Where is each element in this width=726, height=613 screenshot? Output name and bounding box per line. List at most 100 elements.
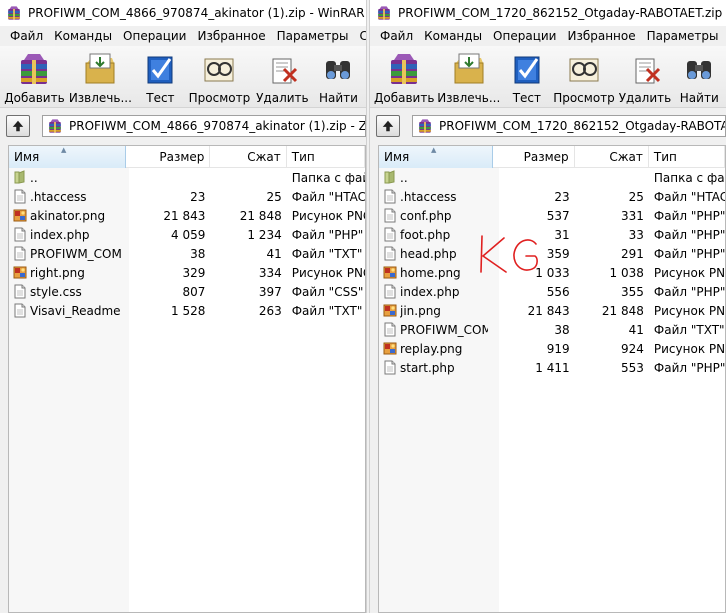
file-list[interactable]: ▲ Имя Размер Сжат Тип .. Папка с файлами.…	[378, 145, 726, 613]
file-type: Файл "PHP"	[653, 227, 726, 242]
file-row[interactable]: .. Папка с файлами	[379, 168, 725, 187]
menu-commands[interactable]: Команды	[48, 29, 117, 43]
file-name: index.php	[400, 284, 460, 299]
image-file-icon	[13, 208, 27, 223]
file-type: Рисунок PNG	[291, 265, 365, 280]
file-row[interactable]: PROFIWM_COM... 38 41 Файл "TXT"	[9, 244, 365, 263]
file-name-cell: .htaccess	[379, 189, 493, 204]
file-row[interactable]: replay.png 919 924 Рисунок PNG	[379, 339, 725, 358]
view-button-label: Просмотр	[188, 91, 251, 105]
file-row[interactable]: right.png 329 334 Рисунок PNG	[9, 263, 365, 282]
file-name: Visavi_Readme.txt	[30, 303, 121, 318]
file-row[interactable]: jin.png 21 843 21 848 Рисунок PNG	[379, 301, 725, 320]
winrar-app-icon	[376, 5, 392, 21]
view-button[interactable]: Просмотр	[187, 46, 252, 107]
menu-options[interactable]: Параметры	[271, 29, 354, 43]
file-rows: .. Папка с файлами .htaccess 23 25 Файл "HTAC…	[379, 168, 725, 377]
column-header-size[interactable]: Размер	[493, 146, 575, 168]
file-row[interactable]: index.php 556 355 Файл "PHP"	[379, 282, 725, 301]
path-field[interactable]: PROFIWM_COM_1720_862152_Otgaday-RABOTAET…	[412, 115, 726, 137]
file-type: Рисунок PNG	[653, 341, 726, 356]
file-row[interactable]: conf.php 537 331 Файл "PHP"	[379, 206, 725, 225]
file-name-cell: replay.png	[379, 341, 493, 356]
file-packed-size: 334	[258, 265, 282, 280]
image-file-icon	[383, 265, 397, 280]
up-folder-button[interactable]	[376, 115, 400, 137]
test-button-label: Тест	[512, 91, 541, 105]
menu-bar: Файл Команды Операции Избранное Параметр…	[370, 26, 726, 46]
file-size: 38	[190, 246, 206, 261]
view-button[interactable]: Просмотр	[553, 46, 616, 107]
file-name-cell: jin.png	[379, 303, 493, 318]
file-name: akinator.png	[30, 208, 106, 223]
winrar-window-right: PROFIWM_COM_1720_862152_Otgaday-RABOTAET…	[370, 0, 726, 613]
add-button-label: Добавить	[374, 91, 435, 105]
column-header-size[interactable]: Размер	[126, 146, 211, 168]
column-header-packed[interactable]: Сжат	[575, 146, 649, 168]
file-packed-size: 553	[620, 360, 644, 375]
file-list[interactable]: ▲ Имя Размер Сжат Тип .. Папка с файлами.…	[8, 145, 366, 613]
file-row[interactable]: head.php 359 291 Файл "PHP"	[379, 244, 725, 263]
file-row[interactable]: Visavi_Readme.txt 1 528 263 Файл "TXT"	[9, 301, 365, 320]
file-row[interactable]: home.png1 0331 038Рисунок PNG	[379, 263, 725, 282]
menu-options[interactable]: Параметры	[641, 29, 724, 43]
image-file-icon	[383, 303, 397, 318]
find-button[interactable]: Найти	[313, 46, 364, 107]
add-button[interactable]: Добавить	[4, 46, 65, 107]
file-row[interactable]: index.php 4 059 1 234 Файл "PHP"	[9, 225, 365, 244]
arrow-up-icon	[381, 119, 395, 133]
column-header-name[interactable]: ▲ Имя	[379, 146, 493, 168]
delete-button[interactable]: Удалить	[617, 46, 672, 107]
add-archive-icon	[386, 51, 422, 87]
file-row[interactable]: foot.php 31 33 Файл "PHP"	[379, 225, 725, 244]
file-row[interactable]: .htaccess 23 25 Файл "HTACCESS"	[9, 187, 365, 206]
column-header-name[interactable]: ▲ Имя	[9, 146, 127, 168]
extract-button[interactable]: Извлечь...	[436, 46, 501, 107]
winrar-window-left: PROFIWM_COM_4866_970874_akinator (1).zip…	[0, 0, 366, 613]
menu-operations[interactable]: Операции	[117, 29, 191, 43]
file-row[interactable]: start.php 1 411 553 Файл "PHP"	[379, 358, 725, 377]
column-header-packed[interactable]: Сжат	[210, 146, 287, 168]
binoculars-icon	[681, 51, 717, 87]
add-button[interactable]: Добавить	[374, 46, 434, 107]
file-type: Файл "TXT"	[653, 322, 725, 337]
file-row[interactable]: PROFIWM_COM... 38 41 Файл "TXT"	[379, 320, 725, 339]
path-field[interactable]: PROFIWM_COM_4866_970874_akinator (1).zip…	[42, 115, 366, 137]
up-folder-button[interactable]	[6, 115, 30, 137]
menu-commands[interactable]: Команды	[418, 29, 487, 43]
toolbar: Добавить Извлечь... Тест Просмотр Удалит…	[0, 46, 366, 108]
file-size: 537	[546, 208, 570, 223]
file-size: 4 059	[171, 227, 206, 242]
menu-file[interactable]: Файл	[4, 29, 48, 43]
file-row[interactable]: style.css 807 397 Файл "CSS"	[9, 282, 365, 301]
file-type: Файл "TXT"	[291, 303, 363, 318]
menu-favorites[interactable]: Избранное	[191, 29, 270, 43]
file-row[interactable]: akinator.png 21 843 21 848 Рисунок PNG	[9, 206, 365, 225]
column-header-name-label: Имя	[14, 150, 40, 164]
file-packed-size: 263	[258, 303, 282, 318]
menu-favorites[interactable]: Избранное	[561, 29, 640, 43]
column-header-type[interactable]: Тип	[287, 146, 365, 168]
archive-icon	[417, 118, 433, 134]
menu-help[interactable]: Справка	[354, 29, 367, 43]
find-button-label: Найти	[679, 91, 719, 105]
file-type: Файл "HTACCESS"	[653, 189, 726, 204]
file-row[interactable]: .htaccess 23 25 Файл "HTACCESS"	[379, 187, 725, 206]
menu-operations[interactable]: Операции	[487, 29, 561, 43]
test-button[interactable]: Тест	[136, 46, 185, 107]
test-button[interactable]: Тест	[503, 46, 551, 107]
file-row[interactable]: .. Папка с файлами	[9, 168, 365, 187]
file-name-cell: right.png	[9, 265, 126, 280]
column-header-type[interactable]: Тип	[649, 146, 725, 168]
find-button[interactable]: Найти	[675, 46, 724, 107]
title-bar[interactable]: PROFIWM_COM_1720_862152_Otgaday-RABOTAET…	[370, 0, 726, 26]
extract-button-label: Извлечь...	[437, 91, 501, 105]
extract-button[interactable]: Извлечь...	[67, 46, 134, 107]
handwritten-annotation	[480, 235, 538, 273]
menu-file[interactable]: Файл	[374, 29, 418, 43]
file-type: Файл "TXT"	[291, 246, 363, 261]
title-bar[interactable]: PROFIWM_COM_4866_970874_akinator (1).zip…	[0, 0, 366, 26]
binoculars-icon	[320, 51, 356, 87]
file-icon	[13, 189, 27, 204]
delete-button[interactable]: Удалить	[254, 46, 311, 107]
